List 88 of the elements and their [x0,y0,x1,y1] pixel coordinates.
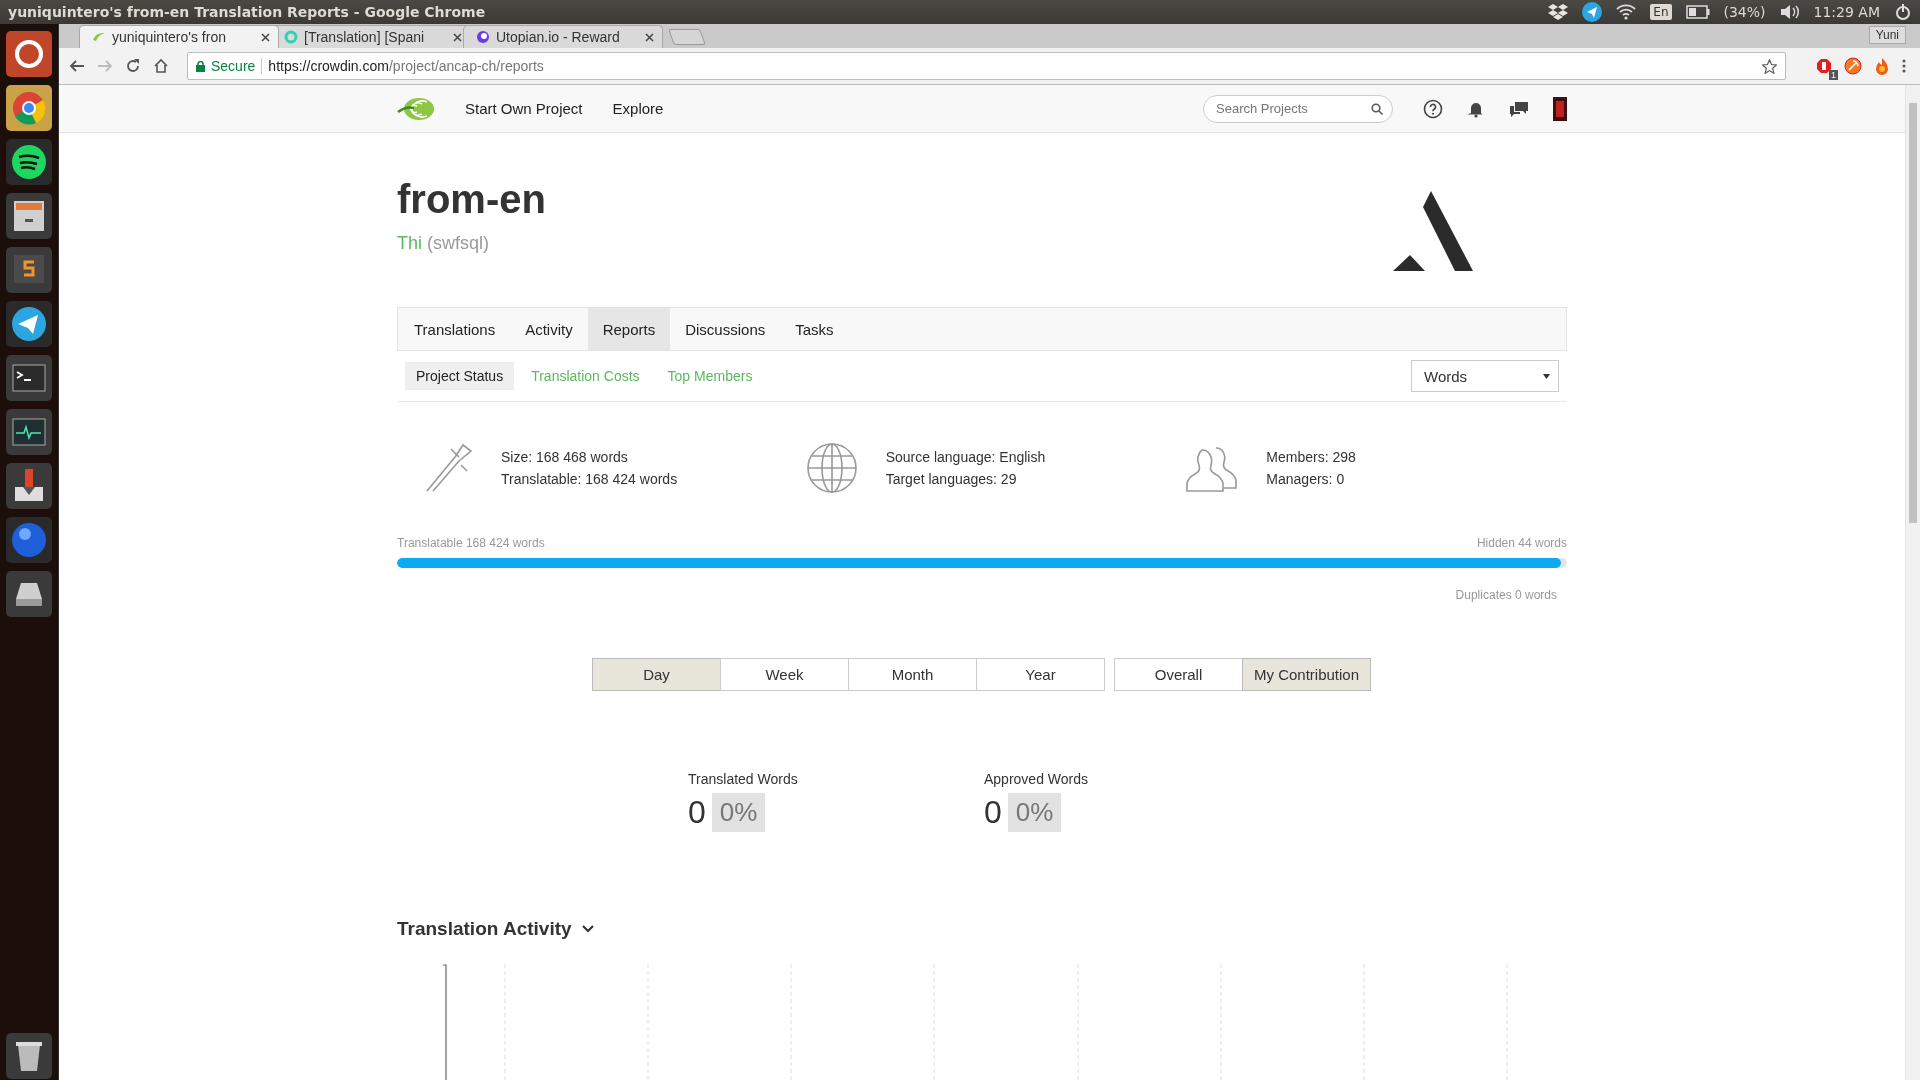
nav-link[interactable]: Explore [612,100,664,117]
chevron-down-icon[interactable] [581,925,594,933]
scrollbar[interactable] [1905,85,1920,1080]
globe-icon [805,442,858,494]
caret-icon [1543,373,1550,379]
people-icon [1186,444,1239,492]
speaker-icon[interactable] [1779,4,1800,20]
lock-icon [196,60,205,72]
metric-value: 0 [688,794,706,831]
chat-icon[interactable] [1509,99,1529,118]
tab[interactable]: Discussions [670,308,781,350]
browser-icon[interactable] [6,85,52,131]
crowd-logo-icon[interactable] [397,95,435,122]
metric-label: Translated Words [688,771,799,787]
close-icon[interactable] [453,32,462,42]
progress-label: Hidden 44 words [1476,536,1567,550]
tab[interactable]: Reports [587,308,671,350]
browser-tab[interactable]: yuniquintero's fron [79,25,279,48]
search-field[interactable]: Search Projects [1203,94,1393,123]
secure-label: Secure [211,58,256,74]
project-title: from-en [397,176,546,223]
close-icon[interactable] [645,32,654,42]
close-icon[interactable] [261,32,270,42]
back-icon[interactable] [69,58,85,74]
tab[interactable]: Translations [399,308,511,350]
reload-icon[interactable] [125,58,141,74]
owner-handle: (swfsql) [427,233,490,253]
stat-text: Size: 168 468 words [501,448,629,467]
metric-label: Approved Words [984,771,1089,787]
tab[interactable]: Tasks [780,308,849,350]
metric-value: 0 [984,794,1002,831]
leaf-icon [92,30,106,44]
file-cabinet-icon[interactable] [6,193,52,239]
system-monitor-icon[interactable] [6,409,52,455]
subtab[interactable]: Project Status [405,362,515,390]
stat-text: Translatable: 168 424 words [501,470,678,489]
metric-percent: 0% [711,793,766,832]
project-logo-icon [1393,191,1473,271]
home-icon[interactable] [153,58,169,74]
text-editor-icon[interactable] [6,247,52,293]
ring-icon [284,30,298,44]
unit-select[interactable]: Words [1411,360,1559,392]
pickaxe-icon[interactable] [1844,57,1862,75]
section-title: Translation Activity [397,918,572,940]
help-icon[interactable] [1423,98,1443,119]
clock[interactable]: 11:29 AM [1813,4,1880,20]
address-bar[interactable]: Secure https://crowdin.com/project/ancap-ch/reports [187,52,1786,80]
browser-tab[interactable]: Utopian.io - Reward [463,25,663,48]
battery-icon[interactable] [1685,5,1710,19]
nav-link[interactable]: Start Own Project [465,100,583,117]
power-icon[interactable] [1894,3,1912,21]
flame-icon[interactable] [1874,57,1890,75]
stat-text: Source language: English [885,448,1046,467]
stat-text: Target languages: 29 [885,470,1018,489]
dropbox-icon[interactable] [1548,4,1569,20]
duplicates-label: Duplicates 0 words [1455,588,1557,602]
disk-drive-icon[interactable] [6,571,52,617]
period-button[interactable]: Overall [1114,658,1243,691]
stat-text: Members: 298 [1266,448,1356,467]
period-button[interactable]: My Contribution [1242,658,1371,691]
paper-plane-icon[interactable] [6,301,52,347]
stat-text: Managers: 0 [1266,470,1346,489]
metric-percent: 0% [1007,793,1062,832]
tab[interactable]: Activity [510,308,588,350]
trash-icon[interactable] [6,1033,52,1079]
keyboard-indicator[interactable]: En [1650,4,1672,20]
period-button[interactable]: Week [720,658,849,691]
extension-badge: 1 [1829,70,1838,80]
search-icon[interactable] [1371,102,1383,115]
music-app-icon[interactable] [6,139,52,185]
url-text: https://crowdin.com/project/ancap-ch/reports [268,58,544,74]
profile-button[interactable]: Yuni [1868,26,1906,44]
swirl-icon [476,30,490,44]
window-title: yuniquintero's from-en Translation Reports - Google Chrome [8,4,486,20]
star-icon[interactable] [1762,58,1777,74]
progress-label: Translatable 168 424 words [397,536,545,550]
battery-percent: (34%) [1723,4,1766,20]
paper-plane-icon[interactable] [1582,2,1603,22]
avatar-icon[interactable] [1553,96,1567,121]
installer-icon[interactable] [6,463,52,509]
terminal-icon[interactable] [6,355,52,401]
menu-icon[interactable] [1902,59,1906,73]
period-button[interactable]: Month [848,658,977,691]
dash-icon[interactable] [6,31,52,77]
wifi-icon[interactable] [1616,4,1637,20]
period-button[interactable]: Day [592,658,721,691]
period-button[interactable]: Year [976,658,1105,691]
shield-extension-icon[interactable] [1816,58,1832,74]
